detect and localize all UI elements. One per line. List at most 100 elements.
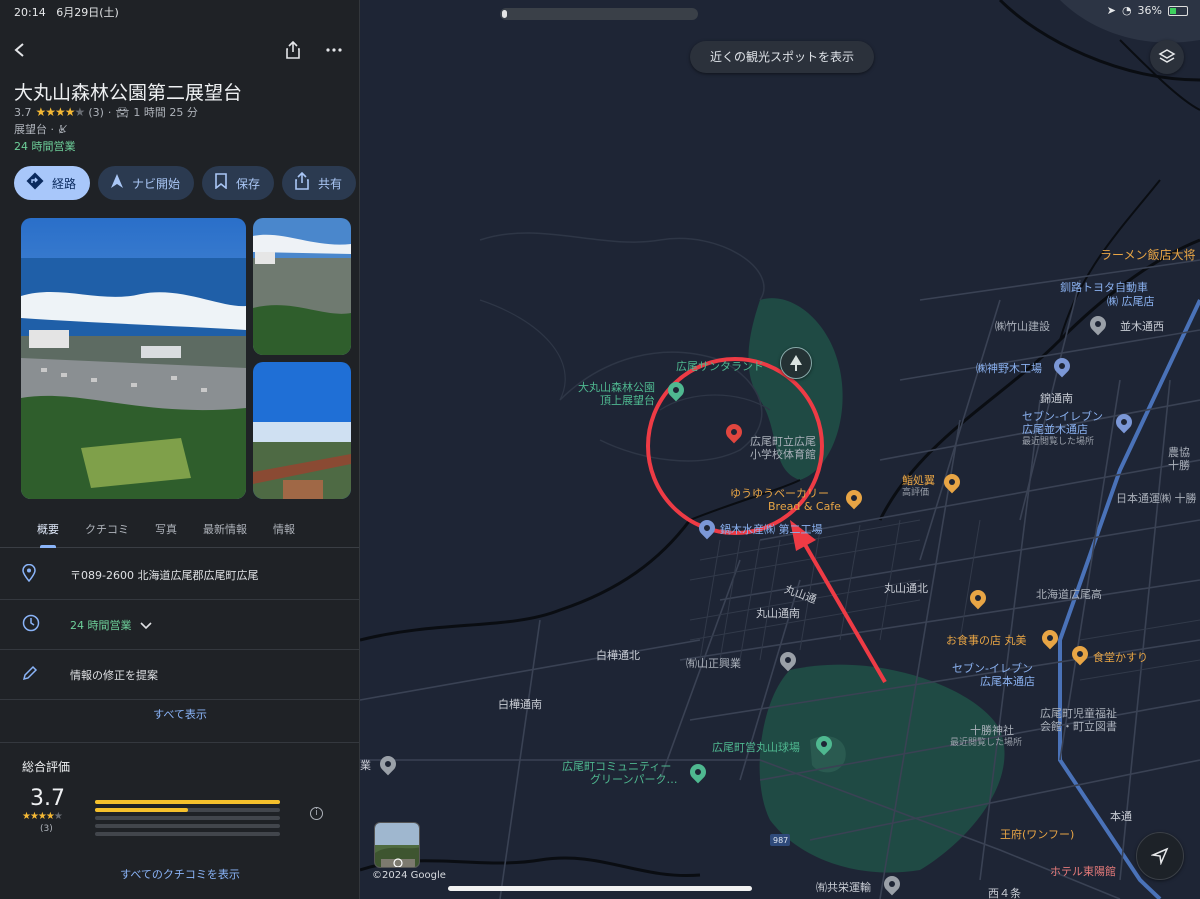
map-label-nippon-express[interactable]: 日本通運㈱ 十勝: [1116, 492, 1197, 505]
sushi-rating-note: 高評価: [902, 488, 930, 498]
summit-lookout-line2: 頂上展望台: [600, 394, 655, 407]
map-copyright: ©2024 Google: [372, 870, 446, 881]
map-label-hotel-toyokan[interactable]: ホテル東陽館: [1050, 865, 1116, 878]
address-row[interactable]: 〒089-2600 北海道広尾郡広尾町広尾: [0, 550, 359, 600]
directions-button[interactable]: 経路: [14, 166, 91, 200]
open-status: 24 時間営業: [14, 140, 76, 153]
map-label-tokachi-shrine[interactable]: 十勝神社 最近閲覧した場所: [950, 724, 1022, 750]
save-label: 保存: [236, 176, 261, 191]
school-gym-line2: 小学校体育館: [750, 448, 816, 461]
status-date: 6月29日(土): [56, 6, 119, 19]
suggest-edit-row[interactable]: 情報の修正を提案: [0, 650, 359, 700]
map-label-santaland[interactable]: 広尾サンタランド: [676, 360, 764, 373]
jido-kaikan-line1: 広尾町児童福祉: [1040, 707, 1117, 720]
place-category: 展望台 ·: [14, 123, 54, 136]
map-label-yamasho[interactable]: ㈲山正興業: [686, 657, 741, 670]
tab-reviews[interactable]: クチコミ: [72, 516, 142, 547]
yuyu-bakery-name: ゆうゆうベーカリー: [730, 487, 829, 500]
map-label-baseball[interactable]: 広尾町営丸山球場: [712, 741, 800, 754]
status-time: 20:14: [14, 6, 46, 19]
tab-updates[interactable]: 最新情報: [190, 516, 260, 547]
street-label-maruyama-kita: 丸山通北: [884, 582, 928, 595]
map-label-hiroo-high[interactable]: 北海道広尾高: [1036, 588, 1102, 601]
status-bar-left: 20:14 6月29日(土): [14, 4, 119, 20]
map-label-community-park[interactable]: 広尾町コミュニティー グリーンパーク…: [562, 760, 677, 786]
share-button[interactable]: 共有: [282, 166, 357, 200]
more-options-button[interactable]: [322, 38, 346, 62]
main-photo[interactable]: [21, 218, 246, 499]
show-all-link[interactable]: すべて表示: [0, 706, 359, 722]
map-view[interactable]: 近くの観光スポットを表示 ©2024 Google ラーメン飯店大将 釧路トヨタ: [360, 0, 1200, 899]
map-label-omise-marumi[interactable]: お食事の店 丸美: [946, 634, 1027, 647]
street-label-honcho: 本通: [1110, 810, 1132, 823]
tab-photos[interactable]: 写真: [142, 516, 190, 547]
rating-bar-3-star: [95, 816, 280, 820]
map-label-ramen[interactable]: ラーメン飯店大将: [1100, 249, 1196, 262]
map-label-kamino[interactable]: ㈱神野木工場: [976, 362, 1042, 375]
wifi-icon: ◔: [1121, 4, 1132, 17]
save-button[interactable]: 保存: [202, 166, 275, 200]
directions-icon: [26, 172, 44, 194]
location-services-icon: ➤: [1106, 4, 1116, 17]
my-location-button[interactable]: [1136, 832, 1184, 880]
map-label-nokyo[interactable]: 農協 十勝: [1168, 446, 1190, 472]
car-icon: 🚘︎: [115, 105, 130, 119]
seven-namiki-name: セブン-イレブン: [1022, 410, 1103, 423]
home-indicator[interactable]: [448, 886, 752, 891]
location-arrow-icon: [1151, 847, 1169, 865]
back-button[interactable]: [8, 38, 32, 62]
photo-thumbnail-2[interactable]: [253, 362, 351, 499]
layers-button[interactable]: [1150, 40, 1184, 74]
hours-row[interactable]: 24 時間営業: [0, 600, 359, 650]
share-icon: [294, 171, 310, 194]
ocean-view-photo: [253, 362, 351, 499]
share-label: 共有: [318, 176, 343, 191]
map-label-suisan[interactable]: 鍋木水産㈱ 第二工場: [720, 523, 823, 536]
map-search-handle[interactable]: [500, 8, 698, 20]
map-label-takeyama[interactable]: ㈱竹山建設: [995, 320, 1050, 333]
no-wheelchair-icon: ♿︎̸: [57, 123, 68, 136]
map-label-toyota[interactable]: 釧路トヨタ自動車: [1060, 281, 1148, 294]
rating-row[interactable]: 3.7 ★★★★★ (3) · 🚘︎ 1 時間 25 分: [14, 104, 198, 120]
map-label-summit-lookout[interactable]: 大丸山森林公園 頂上展望台: [578, 381, 655, 407]
separator-dot: ·: [107, 105, 112, 119]
school-gym-line1: 広尾町立広尾: [750, 435, 816, 448]
map-label-yuyu-bakery[interactable]: ゆうゆうベーカリー Bread & Cafe: [730, 487, 841, 513]
all-reviews-link[interactable]: すべてのクチコミを表示: [0, 866, 359, 882]
street-label-maruyama-minami: 丸山通南: [756, 607, 800, 620]
rating-bar-fill: [95, 800, 280, 804]
street-view-thumbnail[interactable]: [374, 822, 420, 868]
community-park-line1: 広尾町コミュニティー: [562, 760, 672, 773]
layers-icon: [1158, 49, 1176, 63]
overall-rating-title: 総合評価: [22, 760, 71, 774]
street-label-nishikido: 錦通南: [1040, 392, 1073, 405]
rating-bar-1-star: [95, 832, 280, 836]
tab-overview[interactable]: 概要: [24, 516, 72, 548]
seven-honcho-branch: 広尾本通店: [980, 675, 1035, 688]
tab-about[interactable]: 情報: [260, 516, 308, 547]
tokachi-shrine-recent: 最近閲覧した場所: [950, 738, 1023, 748]
start-navigation-button[interactable]: ナビ開始: [98, 166, 195, 200]
community-park-line2: グリーンパーク…: [590, 773, 678, 786]
rating-bar-5-star: [95, 800, 280, 804]
map-label-seven-namiki[interactable]: セブン-イレブン 広尾並木通店 最近閲覧した場所: [1022, 410, 1103, 449]
tokachi-shrine-name: 十勝神社: [970, 724, 1014, 737]
map-label-jido-kaikan[interactable]: 広尾町児童福祉 会館・町立図書: [1040, 707, 1117, 733]
map-label-school-gym[interactable]: 広尾町立広尾 小学校体育館: [750, 435, 816, 461]
section-divider: [0, 742, 359, 743]
map-label-seven-honcho[interactable]: セブン-イレブン 広尾本通店: [952, 662, 1035, 688]
photo-thumbnail-1[interactable]: [253, 218, 351, 355]
directions-label: 経路: [52, 176, 77, 191]
action-buttons-row: 経路 ナビ開始 保存 共有: [14, 166, 357, 200]
map-label-shokudo-kasuri[interactable]: 食堂かすり: [1093, 651, 1148, 664]
map-label-sushi-tsubasa[interactable]: 鮨処翼 高評価: [902, 474, 935, 500]
yuyu-bakery-subtitle: Bread & Cafe: [768, 500, 841, 513]
share-header-button[interactable]: [281, 38, 305, 62]
location-pin-icon: [0, 563, 70, 586]
info-icon[interactable]: i: [310, 807, 323, 820]
map-label-kyoei[interactable]: ㈲共栄運輸: [816, 881, 871, 894]
nearby-spots-button[interactable]: 近くの観光スポットを表示: [690, 41, 875, 73]
map-label-wanfu[interactable]: 王府(ワンフー): [1000, 828, 1074, 841]
map-label-toyota-branch[interactable]: ㈱ 広尾店: [1107, 295, 1155, 308]
tree-icon[interactable]: [780, 347, 812, 379]
